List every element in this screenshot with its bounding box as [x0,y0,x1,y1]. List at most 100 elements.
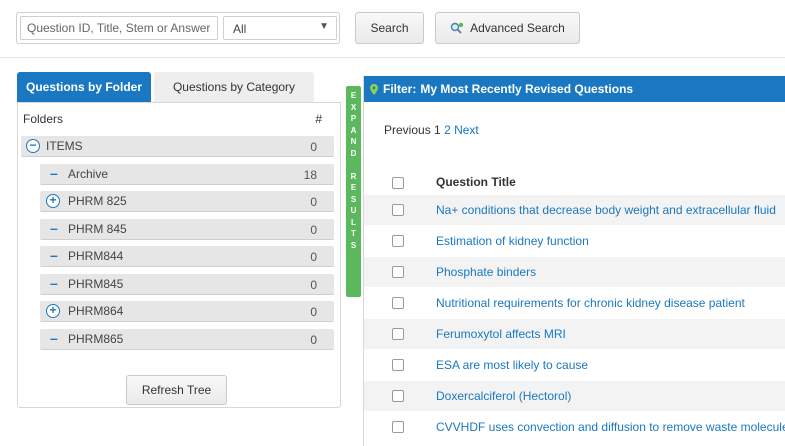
leaf-dash-icon: – [50,330,58,346]
folder-row-phrm864[interactable]: + PHRM864 0 [40,301,334,322]
row-checkbox[interactable] [392,204,404,216]
expand-letter-spacer [346,159,361,171]
folder-count: 18 [303,168,317,182]
folder-count: 0 [310,223,317,237]
question-link[interactable]: Doxercalciferol (Hectorol) [436,389,571,403]
question-link[interactable]: Ferumoxytol affects MRI [436,327,566,341]
row-checkbox[interactable] [392,235,404,247]
folder-label: Archive [68,167,109,181]
row-checkbox[interactable] [392,266,404,278]
search-button[interactable]: Search [355,12,424,44]
filter-name: My Most Recently Revised Questions [420,82,634,96]
table-row: Nutritional requirements for chronic kid… [364,288,785,318]
row-checkbox[interactable] [392,297,404,309]
folder-label: PHRM 845 [68,222,127,236]
scope-select-value: All [233,22,247,36]
question-link[interactable]: Estimation of kidney function [436,234,589,248]
leaf-dash-icon: – [50,220,58,236]
folder-row-phrm-825[interactable]: + PHRM 825 0 [40,191,334,212]
expand-letter: U [350,206,357,215]
folder-row-phrm845[interactable]: – PHRM845 0 [40,274,334,295]
expand-letter: P [350,114,357,123]
folder-tree-box: Folders # − ITEMS 0 – Archive 18 + PHRM … [17,102,341,408]
expand-letter: E [350,183,357,192]
expand-letter: E [350,91,357,100]
folder-row-phrm865[interactable]: – PHRM865 0 [40,329,334,350]
table-row: Na+ conditions that decrease body weight… [364,195,785,225]
table-row: Estimation of kidney function [364,226,785,256]
leaf-dash-icon: – [50,247,58,263]
table-row: Phosphate binders [364,257,785,287]
expand-results-toggle[interactable]: E X P A N D R E S U L T S [346,86,361,297]
expand-icon[interactable]: + [46,194,60,208]
select-all-checkbox[interactable] [392,177,404,189]
folder-row-phrm844[interactable]: – PHRM844 0 [40,246,334,267]
advanced-search-label: Advanced Search [470,21,565,35]
pager-page-link[interactable]: 2 [444,123,451,137]
folder-label: ITEMS [46,139,83,153]
filter-bar: Filter: My Most Recently Revised Questio… [364,76,785,102]
expand-letter: T [351,229,356,238]
expand-letter: D [350,148,357,158]
header-divider [0,57,785,58]
refresh-tree-label: Refresh Tree [141,383,212,397]
folder-count: 0 [310,305,317,319]
count-header: # [315,112,322,126]
refresh-tree-button[interactable]: Refresh Tree [126,375,227,405]
search-bar: All ▼ [16,12,340,44]
question-title-header: Question Title [436,175,516,189]
leaf-dash-icon: – [50,165,58,181]
advanced-search-icon [450,22,464,34]
expand-letter: L [351,217,356,227]
search-input[interactable] [20,16,218,40]
expand-letter: S [350,240,357,250]
expand-letter: N [350,137,357,146]
table-header: Question Title [364,171,785,193]
folder-label: PHRM844 [68,249,124,263]
table-row: ESA are most likely to cause [364,350,785,380]
folder-count: 0 [310,195,317,209]
folder-label: PHRM845 [68,277,124,291]
question-link[interactable]: ESA are most likely to cause [436,358,588,372]
scope-select[interactable]: All ▼ [223,16,337,40]
pager-page-current: 1 [434,123,441,137]
row-checkbox[interactable] [392,328,404,340]
folder-panel: Questions by Folder Questions by Categor… [17,72,341,408]
folder-row-archive[interactable]: – Archive 18 [40,164,334,185]
pager-next[interactable]: Next [454,123,479,137]
question-link[interactable]: CVVHDF uses convection and diffusion to … [436,420,785,434]
tab-questions-by-folder[interactable]: Questions by Folder [17,72,151,102]
folders-header: Folders [23,112,64,126]
table-row: CVVHDF uses convection and diffusion to … [364,412,785,442]
folder-label: PHRM864 [68,304,124,318]
map-pin-icon [370,83,378,95]
folder-count: 0 [310,250,317,264]
expand-letter: S [350,194,357,204]
expand-letter: X [350,102,357,112]
row-checkbox[interactable] [392,421,404,433]
expand-letter: R [350,171,357,181]
results-panel: Filter: My Most Recently Revised Questio… [363,76,785,446]
question-link[interactable]: Phosphate binders [436,265,536,279]
folder-row-phrm-845[interactable]: – PHRM 845 0 [40,219,334,240]
search-button-label: Search [370,21,409,35]
expand-icon[interactable]: + [46,304,60,318]
table-row: Ferumoxytol affects MRI [364,319,785,349]
row-checkbox[interactable] [392,359,404,371]
question-link[interactable]: Nutritional requirements for chronic kid… [436,296,745,310]
expand-letter: A [350,125,357,135]
advanced-search-button[interactable]: Advanced Search [435,12,580,44]
tab-folder-label: Questions by Folder [25,80,142,94]
table-row: Doxercalciferol (Hectorol) [364,381,785,411]
folder-label: PHRM 825 [68,194,127,208]
folder-count: 0 [310,333,317,347]
folder-row-items[interactable]: − ITEMS 0 [21,136,334,157]
folder-count: 0 [310,140,317,154]
collapse-icon[interactable]: − [26,139,40,153]
tab-questions-by-category[interactable]: Questions by Category [154,72,314,102]
row-checkbox[interactable] [392,390,404,402]
pagination: Previous 1 2 Next [384,123,479,137]
leaf-dash-icon: – [50,275,58,291]
tab-category-label: Questions by Category [172,80,296,94]
question-link[interactable]: Na+ conditions that decrease body weight… [436,203,776,217]
